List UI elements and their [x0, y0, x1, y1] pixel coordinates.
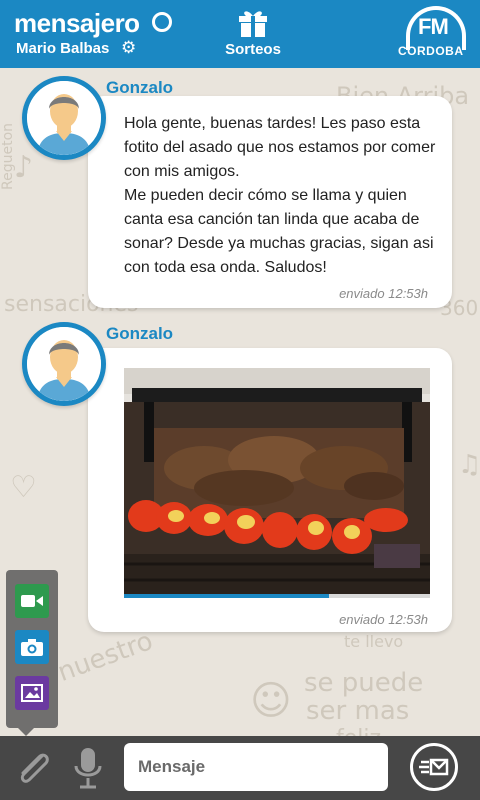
message-item: enviado 12:53h Gonzalo — [0, 318, 480, 638]
send-button[interactable] — [410, 743, 458, 791]
bg-word: ser mas — [306, 696, 410, 726]
message-text: Hola gente, buenas tardes! Les paso esta… — [124, 115, 436, 276]
message-item: Hola gente, buenas tardes! Les paso esta… — [0, 72, 480, 312]
sender-name: Gonzalo — [106, 78, 174, 97]
app-logo: mensajero — [14, 8, 140, 38]
image-load-progress — [124, 594, 430, 598]
avatar[interactable] — [22, 322, 106, 406]
bg-smiley-icon: ☺ — [250, 678, 292, 724]
gallery-attach-button[interactable] — [15, 676, 49, 710]
gallery-icon — [21, 684, 43, 702]
user-avatar-icon — [27, 327, 101, 401]
user-name[interactable]: Mario Balbas — [16, 40, 109, 57]
logo-speech-icon — [152, 12, 172, 32]
composer-bar — [0, 736, 480, 800]
sender-name: Gonzalo — [106, 324, 174, 343]
message-time: enviado 12:53h — [339, 286, 428, 301]
microphone-icon[interactable] — [70, 744, 106, 797]
camera-attach-button[interactable] — [15, 630, 49, 664]
camera-icon — [21, 639, 43, 656]
message-time: enviado 12:53h — [339, 612, 428, 627]
video-attach-button[interactable] — [15, 584, 49, 618]
asado-grill-photo[interactable] — [124, 368, 430, 596]
message-input[interactable] — [124, 743, 388, 791]
sorteos-button[interactable]: Sorteos — [216, 6, 290, 64]
station-logo[interactable]: FM CORDOBA — [396, 6, 470, 62]
attach-menu-pointer — [18, 728, 34, 736]
attach-menu — [6, 570, 58, 728]
bg-word: se puede — [304, 668, 424, 698]
message-bubble: enviado 12:53h — [88, 348, 452, 632]
avatar[interactable] — [22, 76, 106, 160]
app-header: mensajero Mario Balbas ⚙ Sorteos FM CORD… — [0, 0, 480, 68]
station-logo-fm: FM — [418, 14, 449, 39]
image-load-progress-fill — [124, 594, 330, 598]
video-icon — [21, 595, 43, 607]
sorteos-label: Sorteos — [225, 41, 281, 58]
paperclip-icon[interactable] — [12, 746, 54, 793]
grill-image — [124, 368, 430, 596]
gift-icon — [239, 11, 267, 37]
send-icon — [419, 758, 449, 776]
gear-icon[interactable]: ⚙ — [121, 38, 136, 58]
station-logo-cordoba: CORDOBA — [398, 44, 464, 58]
user-avatar-icon — [27, 81, 101, 155]
message-bubble: Hola gente, buenas tardes! Les paso esta… — [88, 96, 452, 308]
